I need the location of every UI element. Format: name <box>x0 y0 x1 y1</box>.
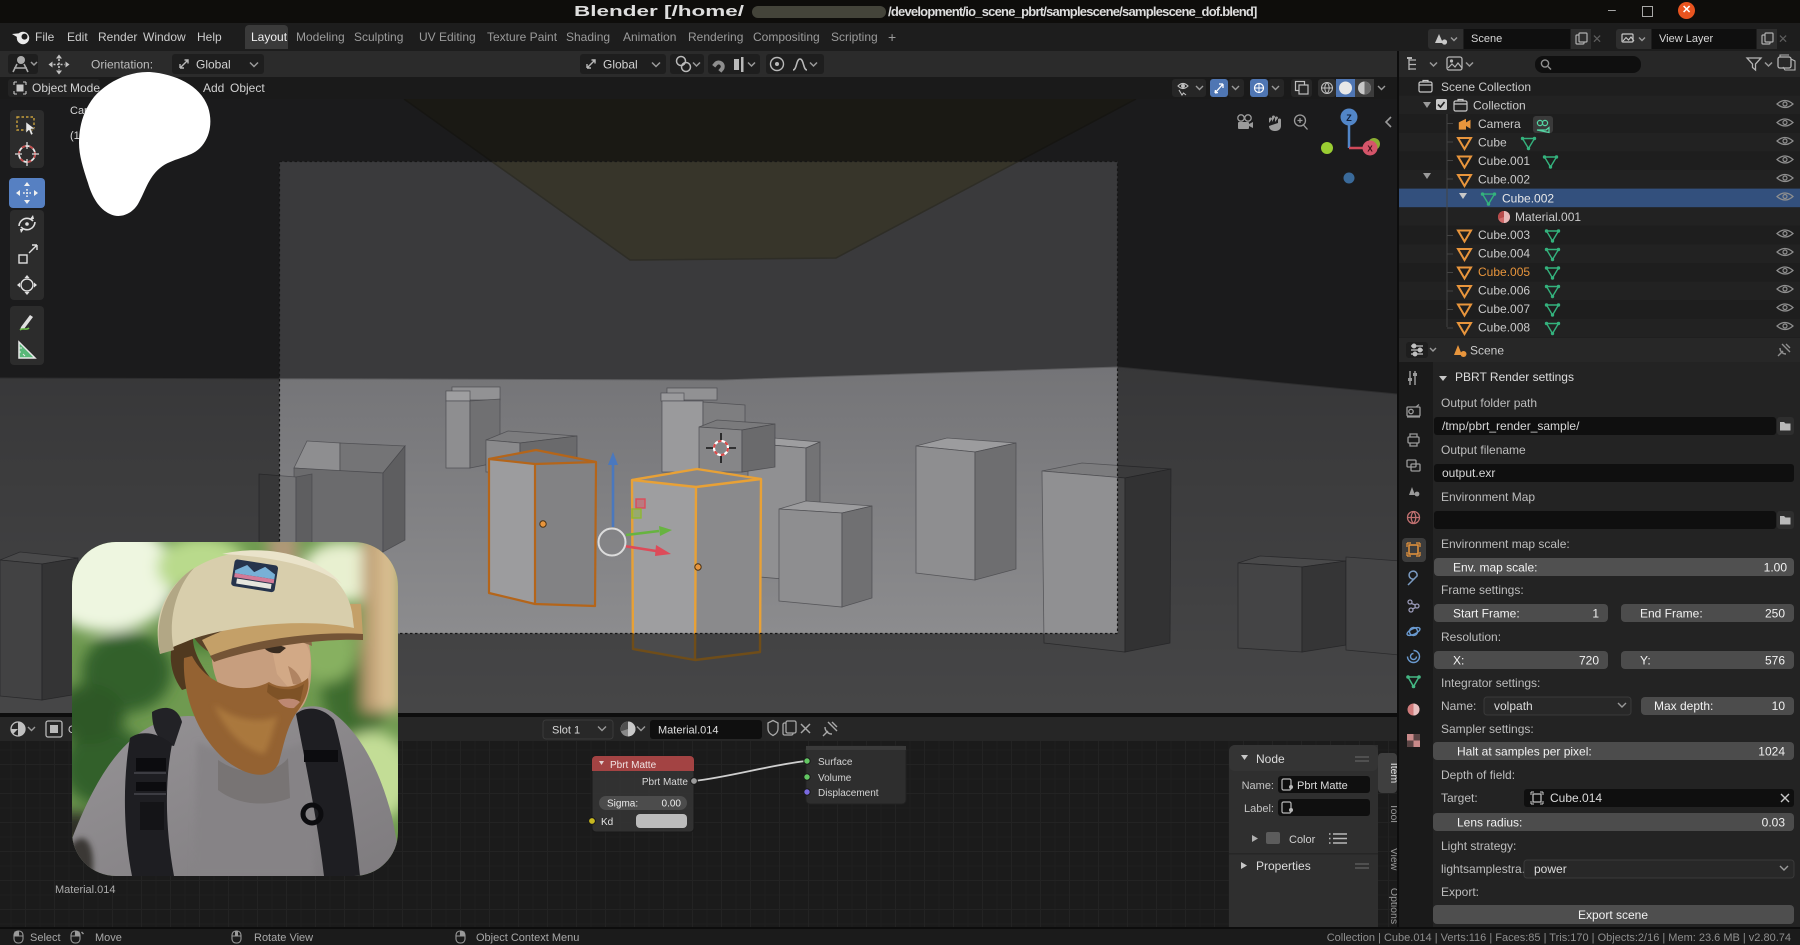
svg-text:Camera: Camera <box>1478 117 1521 131</box>
svg-text:Surface: Surface <box>818 757 853 768</box>
svg-text:Options: Options <box>1388 888 1397 924</box>
svg-text:Scene Collection: Scene Collection <box>1441 80 1531 94</box>
svg-text:Volume: Volume <box>818 773 852 784</box>
svg-text:Material.014: Material.014 <box>55 884 116 896</box>
svg-text:Output filename: Output filename <box>1441 443 1526 457</box>
svg-text:Global: Global <box>603 58 638 72</box>
svg-text:Cube.003: Cube.003 <box>1478 228 1530 242</box>
svg-text:Integrator settings:: Integrator settings: <box>1441 676 1540 690</box>
svg-text:Frame settings:: Frame settings: <box>1441 583 1524 597</box>
svg-text:output.exr: output.exr <box>1442 466 1495 480</box>
svg-text:Y:: Y: <box>1640 654 1651 668</box>
svg-text:Target:: Target: <box>1441 791 1478 805</box>
svg-text:Displacement: Displacement <box>818 788 879 799</box>
svg-text:Material.014: Material.014 <box>658 725 719 737</box>
svg-text:Color: Color <box>1289 834 1316 846</box>
svg-text:Tool: Tool <box>1388 803 1397 822</box>
svg-text:Cube.007: Cube.007 <box>1478 302 1530 316</box>
svg-text:Environment map scale:: Environment map scale: <box>1441 537 1570 551</box>
svg-text:Cube.006: Cube.006 <box>1478 284 1530 298</box>
svg-text:720: 720 <box>1579 654 1599 668</box>
svg-text:Move: Move <box>95 932 122 944</box>
svg-text:Properties: Properties <box>1256 859 1311 873</box>
svg-text:Start Frame:: Start Frame: <box>1453 607 1520 621</box>
svg-text:Sigma:: Sigma: <box>607 799 638 810</box>
svg-text:Resolution:: Resolution: <box>1441 630 1501 644</box>
svg-text:/tmp/pbrt_render_sample/: /tmp/pbrt_render_sample/ <box>1442 419 1580 433</box>
svg-text:Environment Map: Environment Map <box>1441 490 1535 504</box>
svg-text:1.00: 1.00 <box>1764 561 1788 575</box>
svg-text:Cube.008: Cube.008 <box>1478 321 1530 335</box>
svg-text:0.03: 0.03 <box>1762 816 1786 830</box>
svg-text:Export scene: Export scene <box>1578 908 1648 922</box>
svg-text:Collection | Cube.014 | Verts:: Collection | Cube.014 | Verts:116 | Face… <box>1327 932 1791 944</box>
svg-text:Cube.005: Cube.005 <box>1478 265 1530 279</box>
svg-text:Z: Z <box>1346 113 1352 123</box>
svg-text:Cube: Cube <box>1478 136 1507 150</box>
svg-text:End Frame:: End Frame: <box>1640 607 1703 621</box>
svg-text:power: power <box>1534 862 1567 876</box>
svg-text:Cube.002: Cube.002 <box>1478 173 1530 187</box>
svg-text:Cube.002: Cube.002 <box>1502 192 1554 206</box>
svg-text:Slot 1: Slot 1 <box>552 725 580 737</box>
svg-text:Pbrt Matte: Pbrt Matte <box>610 760 657 771</box>
svg-text:Item: Item <box>1388 763 1397 784</box>
svg-text:Env. map scale:: Env. map scale: <box>1453 561 1537 575</box>
svg-text:1: 1 <box>1592 607 1599 621</box>
svg-text:Cube.001: Cube.001 <box>1478 154 1530 168</box>
svg-text:Cube.014: Cube.014 <box>1550 791 1602 805</box>
svg-text:Depth of field:: Depth of field: <box>1441 768 1515 782</box>
svg-text:576: 576 <box>1765 654 1785 668</box>
svg-text:1024: 1024 <box>1758 745 1785 759</box>
svg-text:Collection: Collection <box>1473 99 1526 113</box>
svg-text:volpath: volpath <box>1494 699 1533 713</box>
svg-text:Object: Object <box>230 81 265 95</box>
svg-text:Halt at samples per pixel:: Halt at samples per pixel: <box>1457 745 1592 759</box>
svg-text:Pbrt Matte: Pbrt Matte <box>1297 780 1348 792</box>
svg-text:PBRT Render settings: PBRT Render settings <box>1455 370 1574 384</box>
svg-text:Output folder path: Output folder path <box>1441 396 1537 410</box>
svg-text:X: X <box>1367 145 1373 154</box>
svg-text:0.00: 0.00 <box>662 799 682 810</box>
svg-text:Node: Node <box>1256 752 1285 766</box>
svg-text:Rotate View: Rotate View <box>254 932 313 944</box>
svg-text:Select: Select <box>30 932 61 944</box>
svg-text:Scene: Scene <box>1470 344 1504 358</box>
svg-text:Name:: Name: <box>1242 780 1274 792</box>
svg-text:Light strategy:: Light strategy: <box>1441 839 1516 853</box>
svg-text:Pbrt Matte: Pbrt Matte <box>642 777 689 788</box>
svg-text:lightsamplestra..: lightsamplestra.. <box>1441 862 1528 876</box>
svg-text:250: 250 <box>1765 607 1785 621</box>
svg-text:Export:: Export: <box>1441 885 1479 899</box>
svg-text:Label:: Label: <box>1244 803 1274 815</box>
svg-text:Object Context Menu: Object Context Menu <box>476 932 579 944</box>
svg-text:Cube.004: Cube.004 <box>1478 247 1530 261</box>
svg-text:Sampler settings:: Sampler settings: <box>1441 722 1534 736</box>
svg-text:Lens radius:: Lens radius: <box>1457 816 1522 830</box>
svg-text:View: View <box>1388 848 1397 871</box>
svg-text:X:: X: <box>1453 654 1464 668</box>
svg-text:10: 10 <box>1772 699 1786 713</box>
svg-text:Kd: Kd <box>601 817 613 828</box>
svg-text:Material.001: Material.001 <box>1515 210 1581 224</box>
svg-text:Name:: Name: <box>1441 699 1476 713</box>
svg-text:Max depth:: Max depth: <box>1654 699 1713 713</box>
